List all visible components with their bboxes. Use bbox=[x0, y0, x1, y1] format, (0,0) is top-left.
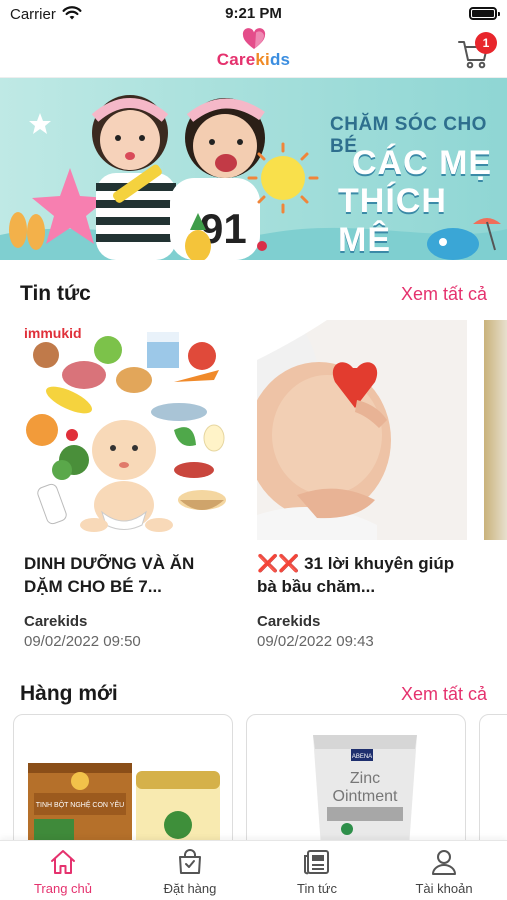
news-image-label: immukid bbox=[24, 325, 82, 341]
product-name-line2: Ointment bbox=[333, 788, 398, 805]
app-header: Carekids 1 bbox=[0, 28, 507, 78]
status-bar: Carrier 9:21 PM bbox=[0, 0, 507, 30]
news-date: 09/02/2022 09:50 bbox=[24, 633, 141, 650]
news-section-title: Tin tức bbox=[20, 282, 91, 305]
news-image-pregnancy bbox=[257, 320, 467, 540]
product-image-zinc-ointment: ABENA Zinc Ointment bbox=[313, 735, 417, 840]
battery-icon bbox=[469, 7, 500, 20]
product-card[interactable]: ABENA Zinc Ointment bbox=[246, 714, 466, 840]
news-author: Carekids bbox=[257, 613, 321, 630]
news-title-marks: ❌❌ bbox=[257, 554, 300, 573]
news-card[interactable]: immukid DINH DƯỠNG VÀ ĂN DẶM CHO BÉ 7...… bbox=[24, 320, 234, 650]
news-date: 09/02/2022 09:43 bbox=[257, 633, 374, 650]
banner-beach-decoration bbox=[427, 218, 501, 260]
news-card[interactable]: ❌❌ 31 lời khuyên giúp bà bầu chăm... Car… bbox=[257, 320, 467, 650]
shopping-bag-icon bbox=[179, 849, 201, 874]
banner-line2: CÁC MẸ bbox=[352, 144, 493, 182]
tab-home-label: Trang chủ bbox=[33, 881, 93, 896]
news-card-partial[interactable] bbox=[484, 320, 507, 540]
bottom-tab-bar: Trang chủ Đặt hàng Tin tức Tài khoản bbox=[0, 840, 507, 900]
news-image-baby-food: immukid bbox=[24, 320, 234, 540]
tab-account-label: Tài khoản bbox=[415, 881, 473, 896]
kids-illustration: 91 bbox=[9, 95, 319, 260]
cart-count-badge: 1 bbox=[475, 32, 497, 54]
heart-logo-icon bbox=[242, 28, 265, 49]
carekids-logo[interactable]: Carekids bbox=[0, 28, 507, 70]
product-card[interactable]: TINH BỘT NGHỆ CON YÊU bbox=[13, 714, 233, 840]
home-icon bbox=[51, 850, 75, 874]
cart-button[interactable]: 1 bbox=[457, 32, 497, 70]
product-image-turmeric: TINH BỘT NGHỆ CON YÊU bbox=[28, 763, 220, 840]
promo-banner[interactable]: 91 CHĂM SÓC CHO BÉ CÁC MẸ THÍCH MÊ bbox=[0, 78, 507, 260]
user-icon bbox=[432, 850, 456, 875]
tab-orders[interactable]: Đặt hàng bbox=[127, 847, 253, 896]
news-title: DINH DƯỠNG VÀ ĂN DẶM CHO BÉ 7... bbox=[24, 554, 195, 596]
product-box-text: TINH BỘT NGHỆ CON YÊU bbox=[36, 800, 124, 809]
news-see-all-link[interactable]: Xem tất cả bbox=[401, 284, 487, 305]
newspaper-icon bbox=[304, 850, 329, 875]
product-name-line1: Zinc bbox=[350, 770, 380, 787]
tab-news-label: Tin tức bbox=[296, 881, 337, 896]
products-see-all-link[interactable]: Xem tất cả bbox=[401, 684, 487, 705]
product-card-partial[interactable] bbox=[479, 714, 507, 840]
products-carousel[interactable]: TINH BỘT NGHỆ CON YÊU ABENA Zinc Ointmen… bbox=[0, 714, 507, 840]
tab-news[interactable]: Tin tức bbox=[254, 847, 380, 896]
news-title: ❌❌ 31 lời khuyên giúp bà bầu chăm... bbox=[257, 554, 455, 596]
products-section-title: Hàng mới bbox=[20, 682, 118, 705]
tab-account[interactable]: Tài khoản bbox=[381, 847, 507, 896]
news-author: Carekids bbox=[24, 613, 88, 630]
logo-text: Carekids bbox=[216, 50, 291, 69]
tab-home[interactable]: Trang chủ bbox=[0, 847, 126, 896]
news-carousel[interactable]: immukid DINH DƯỠNG VÀ ĂN DẶM CHO BÉ 7...… bbox=[0, 320, 507, 650]
clock: 9:21 PM bbox=[225, 5, 282, 22]
news-image-partial bbox=[484, 320, 507, 540]
product-brand: ABENA bbox=[352, 754, 372, 760]
tab-orders-label: Đặt hàng bbox=[163, 881, 217, 896]
